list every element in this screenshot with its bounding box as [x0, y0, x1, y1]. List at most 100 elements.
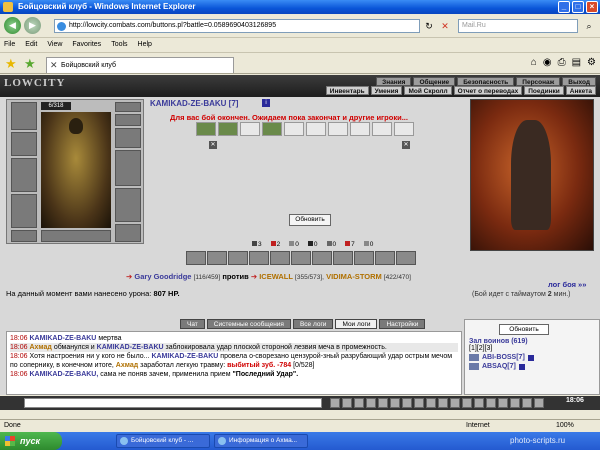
- tools-gear-icon[interactable]: ⚙: [587, 57, 596, 68]
- menu-exit[interactable]: Выход: [562, 77, 596, 86]
- toolbar-icon[interactable]: [474, 398, 484, 408]
- pants-slot[interactable]: [115, 188, 141, 222]
- skill-slot[interactable]: [375, 251, 395, 265]
- armor-slot[interactable]: [11, 194, 37, 228]
- skill-slot[interactable]: [270, 251, 290, 265]
- ring-slot-2[interactable]: [115, 114, 141, 126]
- menu-file[interactable]: File: [4, 38, 15, 52]
- taskbar-item[interactable]: Информация о Ахма...: [214, 434, 308, 448]
- skill-slot[interactable]: [207, 251, 227, 265]
- toolbar-icon[interactable]: [486, 398, 496, 408]
- toolbar-icon[interactable]: [510, 398, 520, 408]
- menu-profile[interactable]: Анкета: [565, 86, 596, 95]
- left-arrow-icon[interactable]: ✕: [209, 141, 217, 149]
- refresh-button[interactable]: Обновить: [289, 214, 331, 226]
- weapon-slot[interactable]: [11, 158, 37, 192]
- ally-name[interactable]: Gary Goodridge: [134, 272, 191, 281]
- player-name[interactable]: KAMIKAD-ZE-BAKU [7]: [150, 99, 238, 108]
- tab-chat[interactable]: Чат: [180, 319, 205, 329]
- toolbar-icon[interactable]: [450, 398, 460, 408]
- skill-slot[interactable]: [312, 251, 332, 265]
- tab-close-icon[interactable]: ✕: [50, 60, 58, 71]
- menu-skills[interactable]: Умения: [370, 86, 403, 95]
- warriors-refresh-button[interactable]: Обновить: [499, 324, 549, 335]
- ring-slot-1[interactable]: [115, 102, 141, 112]
- chat-log[interactable]: 18:06 KAMIKAD-ZE-BAKU мертва 18:06 Ахмад…: [6, 331, 462, 395]
- favorites-star-icon[interactable]: ★: [5, 56, 17, 72]
- address-input[interactable]: http://lowcity.combats.com/buttons.pl?ba…: [54, 19, 420, 33]
- effect-slot[interactable]: [262, 122, 282, 136]
- menu-communication[interactable]: Общение: [413, 77, 456, 86]
- tab-system-messages[interactable]: Системные сообщения: [206, 319, 291, 329]
- toolbar-icon[interactable]: [426, 398, 436, 408]
- tab-settings[interactable]: Настройки: [379, 319, 426, 329]
- menu-knowledge[interactable]: Знания: [376, 77, 412, 86]
- effect-slot[interactable]: [196, 122, 216, 136]
- menu-edit[interactable]: Edit: [25, 38, 37, 52]
- toolbar-icon[interactable]: [342, 398, 352, 408]
- bracers-slot[interactable]: [11, 132, 37, 156]
- info-icon[interactable]: [527, 354, 534, 361]
- skill-slot[interactable]: [186, 251, 206, 265]
- effect-slot[interactable]: [306, 122, 326, 136]
- boots-slot[interactable]: [115, 224, 141, 242]
- refresh-icon[interactable]: ↻: [422, 19, 436, 33]
- menu-battles[interactable]: Поединки: [524, 86, 564, 95]
- home-icon[interactable]: ⌂: [531, 57, 537, 68]
- stop-icon[interactable]: ✕: [438, 19, 452, 33]
- info-icon[interactable]: [518, 363, 525, 370]
- maximize-button[interactable]: □: [572, 1, 584, 13]
- menu-security[interactable]: Безопасность: [457, 77, 515, 86]
- search-icon[interactable]: ⌕: [582, 19, 596, 33]
- warriors-pages[interactable]: [1][2][3]: [469, 345, 595, 352]
- toolbar-icon[interactable]: [498, 398, 508, 408]
- toolbar-icon[interactable]: [354, 398, 364, 408]
- menu-help[interactable]: Help: [138, 38, 152, 52]
- skill-slot[interactable]: [354, 251, 374, 265]
- battle-log-link[interactable]: лог боя »»: [548, 280, 586, 289]
- enemy-name[interactable]: VIDIMA-STORM: [326, 272, 382, 281]
- print-icon[interactable]: ⎙: [558, 57, 566, 68]
- feeds-icon[interactable]: ◉: [543, 57, 552, 68]
- toolbar-icon[interactable]: [402, 398, 412, 408]
- skill-slot[interactable]: [396, 251, 416, 265]
- toolbar-icon[interactable]: [438, 398, 448, 408]
- skill-slot[interactable]: [228, 251, 248, 265]
- toolbar-icon[interactable]: [462, 398, 472, 408]
- warrior-item[interactable]: ABI-BOSS[7]: [469, 354, 595, 361]
- skill-slot[interactable]: [291, 251, 311, 265]
- minimize-button[interactable]: _: [558, 1, 570, 13]
- toolbar-icon[interactable]: [366, 398, 376, 408]
- skill-slot[interactable]: [249, 251, 269, 265]
- toolbar-icon[interactable]: [378, 398, 388, 408]
- zoom-level[interactable]: 100%: [556, 420, 574, 432]
- add-favorites-icon[interactable]: ★: [24, 56, 36, 72]
- enemy-name[interactable]: ICEWALL: [259, 272, 293, 281]
- toolbar-icon[interactable]: [390, 398, 400, 408]
- effect-slot[interactable]: [394, 122, 414, 136]
- effect-slot[interactable]: [350, 122, 370, 136]
- tab-all-logs[interactable]: Все логи: [292, 319, 334, 329]
- start-button[interactable]: пуск: [0, 432, 62, 450]
- effect-slot[interactable]: [218, 122, 238, 136]
- menu-favorites[interactable]: Favorites: [72, 38, 101, 52]
- toolbar-icon[interactable]: [414, 398, 424, 408]
- effect-slot[interactable]: [240, 122, 260, 136]
- menu-character[interactable]: Персонаж: [516, 77, 561, 86]
- skill-slot[interactable]: [333, 251, 353, 265]
- tab-my-logs[interactable]: Мои логи: [335, 319, 378, 329]
- tab-combats[interactable]: ✕ Бойцовский клуб: [46, 57, 234, 73]
- menu-scroll[interactable]: Мой Скролл: [404, 86, 452, 95]
- chat-input[interactable]: [24, 398, 322, 408]
- effect-slot[interactable]: [328, 122, 348, 136]
- toolbar-icon[interactable]: [330, 398, 340, 408]
- search-input[interactable]: Mail.Ru: [458, 19, 578, 33]
- toolbar-icon[interactable]: [534, 398, 544, 408]
- right-arrow-icon[interactable]: ✕: [402, 141, 410, 149]
- warrior-item[interactable]: ABSAQ[7]: [469, 363, 595, 370]
- taskbar-item[interactable]: Бойцовский клуб - ...: [116, 434, 210, 448]
- back-button[interactable]: ◀: [4, 17, 21, 34]
- menu-view[interactable]: View: [47, 38, 62, 52]
- effect-slot[interactable]: [284, 122, 304, 136]
- helmet-slot[interactable]: [11, 102, 37, 130]
